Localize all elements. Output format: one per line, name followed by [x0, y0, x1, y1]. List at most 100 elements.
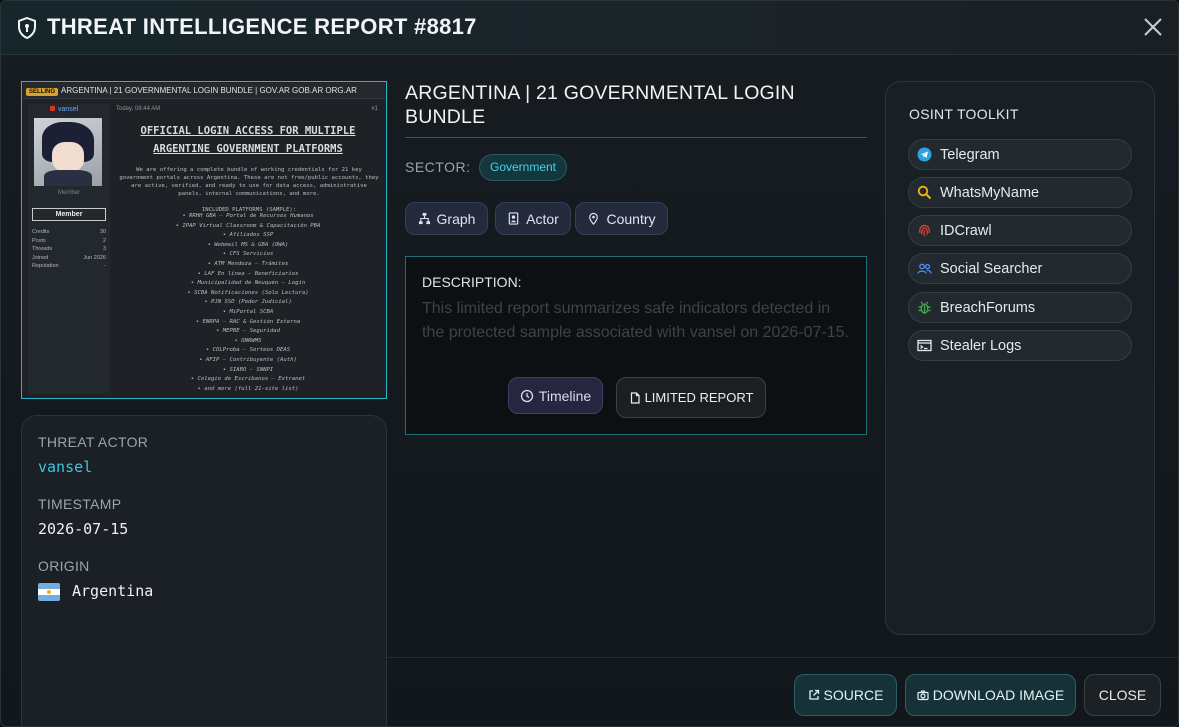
preview-post-time: Today, 08:44 AM: [116, 106, 161, 112]
preview-platform-item: • PJN SSO (Poder Judicial): [204, 299, 292, 306]
tool-stealer-logs[interactable]: Stealer Logs: [908, 330, 1132, 361]
actor-label: Actor: [526, 210, 559, 227]
stat-value: Jun 2026: [83, 254, 106, 261]
graph-icon: [418, 212, 430, 225]
tool-label: WhatsMyName: [940, 184, 1040, 201]
osint-toolkit-panel: OSINT TOOLKIT Telegram WhatsMyName IDCra…: [885, 81, 1155, 635]
report-modal: THREAT INTELLIGENCE REPORT #8817 SELLING…: [0, 0, 1179, 727]
timeline-button[interactable]: Timeline: [508, 377, 603, 414]
shield-icon: [18, 17, 36, 39]
terminal-icon: [917, 338, 932, 353]
preview-post-number: #1: [371, 106, 378, 112]
preview-platform-item: • AFIP – Contribuyente (Auth): [199, 356, 297, 363]
modal-header: THREAT INTELLIGENCE REPORT #8817: [1, 1, 1178, 55]
threat-actor-value[interactable]: vansel: [38, 458, 92, 476]
evidence-screenshot[interactable]: SELLING ARGENTINA | 21 GOVERNMENTAL LOGIN…: [21, 81, 387, 399]
clock-icon: [520, 389, 533, 402]
stat-value: 2: [102, 237, 106, 244]
modal-title: THREAT INTELLIGENCE REPORT #8817: [47, 14, 477, 39]
tool-social-searcher[interactable]: Social Searcher: [908, 253, 1132, 284]
preview-platform-item: • IPAP Virtual Classroom & Capacitación …: [175, 222, 321, 229]
source-label: SOURCE: [823, 687, 884, 703]
stat-label: Joined: [32, 254, 49, 261]
preview-platform-item: • SCBA Notificaciones (Solo Lectura): [187, 289, 309, 296]
close-label: CLOSE: [1098, 687, 1147, 703]
preview-platform-item: • and more (full 21-site list): [197, 385, 299, 392]
preview-stats: Credits 30 Posts 2 Threads 3 Joined Jun 2026…: [32, 228, 106, 271]
preview-user-panel: vansel Member Member Credits 30 Posts 2 Th…: [28, 104, 110, 394]
stat-value: 30: [99, 229, 106, 235]
tool-whatsmyname[interactable]: WhatsMyName: [908, 177, 1132, 208]
footer-divider: [387, 657, 1178, 658]
graph-button[interactable]: Graph: [405, 202, 488, 235]
origin-value: Argentina: [72, 582, 154, 600]
preview-platform-item: • MEPBE – Seguridad: [216, 328, 280, 335]
preview-platform-item: • COLProba – Sorteos DEAS: [205, 347, 291, 354]
preview-member-badge: Member: [32, 208, 106, 221]
graph-label: Graph: [436, 210, 476, 227]
description-text: This limited report summarizes safe indi…: [422, 300, 849, 341]
limited-report-button[interactable]: LIMITED REPORT: [616, 377, 766, 418]
download-image-button[interactable]: DOWNLOAD IMAGE: [905, 674, 1076, 716]
stat-label: Threads: [32, 246, 53, 252]
bug-icon: [917, 300, 932, 315]
timestamp-label: TIMESTAMP: [38, 496, 122, 512]
preview-platform-item: • RRHH GBA – Portal de Recursos Humanos: [182, 213, 314, 219]
threat-info-card: THREAT ACTOR vansel TIMESTAMP 2026-07-15…: [21, 415, 387, 726]
sector-label: SECTOR:: [405, 159, 471, 175]
country-button[interactable]: Country: [575, 202, 668, 235]
users-icon: [917, 261, 932, 276]
preview-platform-item: • CFS Servicios: [222, 251, 274, 258]
preview-tag: SELLING: [26, 88, 59, 96]
timestamp-value: 2026-07-15: [38, 520, 129, 538]
id-card-icon: [508, 212, 519, 225]
threat-actor-label: THREAT ACTOR: [38, 434, 149, 450]
avatar: [34, 118, 102, 186]
description-panel: DESCRIPTION: This limited report summari…: [405, 256, 867, 435]
magnifier-icon: [917, 185, 932, 200]
map-pin-icon: [589, 212, 599, 225]
stat-label: Posts: [32, 237, 46, 244]
tool-label: Telegram: [940, 146, 1000, 163]
tool-label: BreachForums: [940, 299, 1036, 316]
preview-thread-title: ARGENTINA | 21 GOVERNMENTAL LOGIN BUNDLE…: [61, 86, 357, 95]
telegram-icon: [917, 147, 932, 162]
close-icon[interactable]: [1139, 13, 1167, 41]
preview-headline: OFFICIAL LOGIN ACCESS FOR MULTIPLE ARGEN…: [140, 125, 356, 155]
preview-platform-item: • Colegio de Escribanos – Extranet: [190, 376, 306, 383]
preview-platform-item: • SIABO – SNNPI: [222, 366, 274, 373]
close-button[interactable]: CLOSE: [1084, 674, 1161, 716]
argentina-flag-icon: [38, 583, 60, 601]
tool-breachforums[interactable]: BreachForums: [908, 292, 1132, 323]
preview-topbar: SELLING ARGENTINA | 21 GOVERNMENTAL LOGIN…: [23, 83, 385, 99]
country-label: Country: [606, 210, 656, 227]
preview-platform-item: • LAF En línea – Beneficiarios: [197, 270, 299, 277]
preview-post: Today, 08:44 AM #1 OFFICIAL LOGIN ACCESS…: [114, 104, 382, 394]
preview-platform-item: • ATM Mendoza – Trámites: [207, 260, 289, 267]
preview-platform-item: • Municipalidad de Neuquén – Login: [190, 280, 306, 287]
osint-toolkit-title: OSINT TOOLKIT: [909, 106, 1019, 122]
preview-username: vansel: [50, 106, 78, 113]
preview-platform-item: • ONRWMS: [234, 337, 262, 344]
preview-platform-item: • Afiliados SSP: [222, 232, 274, 239]
preview-body: We are offering a complete bundle of wor…: [119, 167, 379, 213]
report-title: ARGENTINA | 21 GOVERNMENTAL LOGIN BUNDLE: [405, 82, 795, 128]
description-label: DESCRIPTION:: [422, 274, 522, 290]
preview-platform-item: • Webmail MS & GBA (OWA): [207, 241, 289, 248]
limited-report-label: LIMITED REPORT: [644, 390, 754, 405]
source-button[interactable]: SOURCE: [794, 674, 897, 716]
tool-label: Stealer Logs: [940, 337, 1022, 354]
actor-button[interactable]: Actor: [495, 202, 571, 235]
tool-telegram[interactable]: Telegram: [908, 139, 1132, 170]
preview-platform-item: • MiPortal SCBA: [222, 308, 274, 315]
preview-platform-item: • ENRPA – RAC & Gestión Externa: [195, 318, 301, 325]
tool-idcrawl[interactable]: IDCrawl: [908, 215, 1132, 246]
tool-label: IDCrawl: [940, 222, 992, 239]
document-icon: [630, 391, 640, 404]
sector-badge: Government: [479, 154, 567, 181]
preview-rank: Member: [57, 190, 80, 196]
camera-icon: [917, 690, 929, 701]
stat-label: Credits: [32, 229, 50, 235]
title-divider: [405, 137, 867, 138]
stat-value: 3: [102, 246, 106, 252]
